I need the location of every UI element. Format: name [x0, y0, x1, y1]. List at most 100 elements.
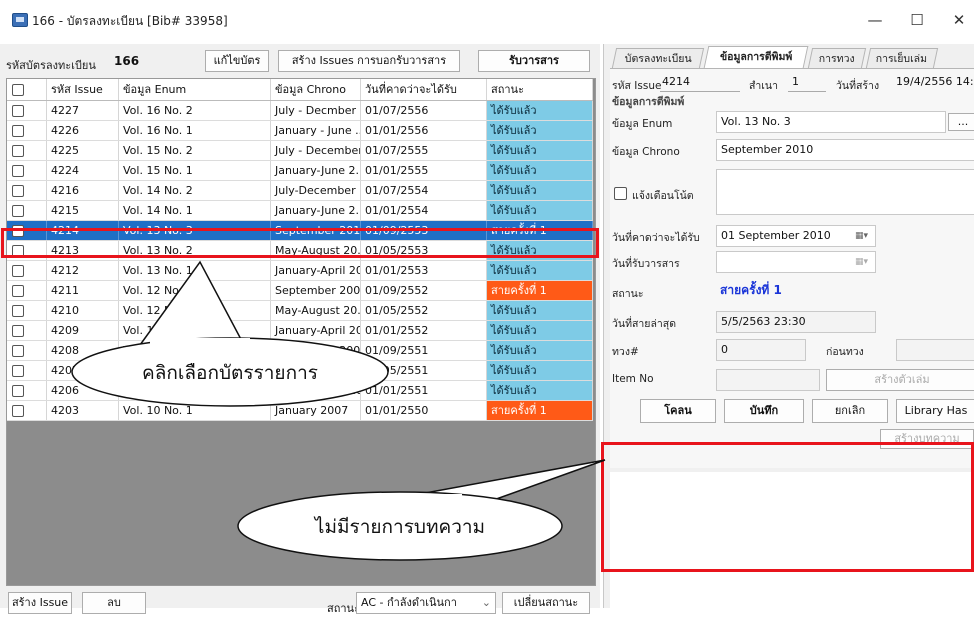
notify-checkbox[interactable] [614, 187, 627, 200]
header-chrono[interactable]: ข้อมูล Chrono [271, 79, 361, 100]
enum-cell: Vol. 15 No. 1 [119, 161, 271, 180]
change-status-button[interactable]: เปลี่ยนสถานะ [502, 592, 590, 614]
table-row[interactable]: 4216 Vol. 14 No. 2 July-December ... 01/07/… [7, 181, 593, 201]
status-cell: ได้รับแล้ว [487, 321, 593, 340]
select-cell [7, 101, 47, 120]
before-claim-label: ก่อนทวง [826, 346, 864, 358]
row-checkbox[interactable] [12, 185, 24, 197]
row-checkbox[interactable] [12, 305, 24, 317]
enum-cell: Vol. 16 No. 1 [119, 121, 271, 140]
create-issues-button[interactable]: สร้าง Issues การบอกรับวารสาร [278, 50, 460, 72]
status-cell: สายครั้งที่ 1 [487, 401, 593, 420]
save-button[interactable]: บันทึก [724, 399, 804, 423]
enum-cell: Vol. 14 No. 1 [119, 201, 271, 220]
table-row[interactable]: 4227 Vol. 16 No. 2 July - Decmber ... 01/07… [7, 101, 593, 121]
header-issue-id[interactable]: รหัส Issue [47, 79, 119, 100]
select-all-checkbox[interactable] [12, 84, 24, 96]
row-checkbox[interactable] [12, 285, 24, 297]
divider [660, 91, 740, 92]
notify-note-input[interactable] [716, 169, 974, 215]
row-checkbox[interactable] [12, 165, 24, 177]
select-cell [7, 361, 47, 380]
expected-label: วันที่คาดว่าจะได้รับ [612, 232, 700, 244]
issue-id-cell: 4212 [47, 261, 119, 280]
status-select[interactable]: AC - กำลังดำเนินกา ⌄ [356, 592, 496, 614]
table-row[interactable]: 4226 Vol. 16 No. 1 January - June ... 01/01… [7, 121, 593, 141]
issue-id-cell: 4226 [47, 121, 119, 140]
received-date-picker[interactable]: ▦▾ [716, 251, 876, 273]
window-title: 166 - บัตรลงทะเบียน [Bib# 33958] [32, 14, 228, 28]
enum-cell: Vol. 12 No. 2 [119, 301, 271, 320]
table-row[interactable]: 4224 Vol. 15 No. 1 January-June 2... 01/01/… [7, 161, 593, 181]
enum-more-button[interactable]: ... [948, 113, 974, 131]
row-checkbox[interactable] [12, 325, 24, 337]
library-has-button[interactable]: Library Has [896, 399, 974, 423]
create-copy-button[interactable]: สร้างตัวเล่ม [826, 369, 974, 391]
enum-cell: Vol. 16 No. 2 [119, 101, 271, 120]
cancel-button[interactable]: ยกเลิก [812, 399, 888, 423]
table-row[interactable]: 4209Vol. 12 No. 1January-April 20...01/0… [7, 321, 593, 341]
enum-cell: Vol. 14 No. 2 [119, 181, 271, 200]
row-checkbox[interactable] [12, 265, 24, 277]
expected-cell: 01/07/2556 [361, 101, 487, 120]
expected-cell: 01/01/2552 [361, 321, 487, 340]
select-cell [7, 281, 47, 300]
row-checkbox[interactable] [12, 345, 24, 357]
header-enum[interactable]: ข้อมูล Enum [119, 79, 271, 100]
issue-id-cell: 4215 [47, 201, 119, 220]
clone-button[interactable]: โคลน [640, 399, 716, 423]
chrono-cell: May-August 20... [271, 301, 361, 320]
enum-cell: Vol. 10 No. 1 [119, 401, 271, 420]
tab-binding[interactable]: การเย็บเล่ม [865, 48, 939, 68]
row-checkbox[interactable] [12, 405, 24, 417]
delete-button[interactable]: ลบ [82, 592, 146, 614]
row-checkbox[interactable] [12, 385, 24, 397]
copy-label: สำเนา [749, 80, 778, 92]
tab-registration-label: บัตรลงทะเบียน [624, 53, 692, 65]
row-checkbox[interactable] [12, 365, 24, 377]
table-row[interactable]: 4225Vol. 15 No. 2July - December...01/07… [7, 141, 593, 161]
create-issue-button[interactable]: สร้าง Issue [8, 592, 72, 614]
row-checkbox[interactable] [12, 105, 24, 117]
tab-publication[interactable]: ข้อมูลการตีพิมพ์ [703, 46, 809, 68]
receive-button[interactable]: รับวารสาร [478, 50, 590, 72]
maximize-button[interactable]: ☐ [902, 9, 932, 31]
issue-id-cell: 4216 [47, 181, 119, 200]
tab-registration[interactable]: บัตรลงทะเบียน [611, 48, 705, 68]
enum-input[interactable]: Vol. 13 No. 3 [716, 111, 946, 133]
edit-card-button[interactable]: แก้ไขบัตร [205, 50, 269, 72]
status-cell: สายครั้งที่ 1 [487, 281, 593, 300]
minimize-button[interactable]: — [860, 9, 890, 31]
table-row[interactable]: 4215 Vol. 14 No. 1 January-June 2... 01/01/… [7, 201, 593, 221]
issue-id-cell: 4227 [47, 101, 119, 120]
row-checkbox[interactable] [12, 125, 24, 137]
tab-binding-label: การเย็บเล่ม [876, 53, 928, 65]
row-checkbox[interactable] [12, 205, 24, 217]
header-select-cell [7, 79, 47, 100]
status-cell: ได้รับแล้ว [487, 261, 593, 280]
reg-label: รหัสบัตรลงทะเบียน [6, 59, 96, 72]
chrono-input[interactable]: September 2010 [716, 139, 974, 161]
header-status[interactable]: สถานะ [487, 79, 593, 100]
expected-date-picker[interactable]: 01 September 2010 ▦▾ [716, 225, 876, 247]
calendar-icon[interactable]: ▦▾ [855, 252, 873, 267]
expected-cell: 01/01/2553 [361, 261, 487, 280]
expected-cell: 01/01/2550 [361, 401, 487, 420]
received-label: วันที่รับวารสาร [612, 258, 680, 270]
enum-cell: Vol. 12 No. 3 [119, 281, 271, 300]
status-cell: ได้รับแล้ว [487, 361, 593, 380]
table-row[interactable]: 4203 Vol. 10 No. 1 January 2007 01/01/2550 ส… [7, 401, 593, 421]
notify-label: แจ้งเตือนโน้ต [632, 190, 694, 202]
status-cell: ได้รับแล้ว [487, 161, 593, 180]
issues-table: รหัส Issue ข้อมูล Enum ข้อมูล Chrono วัน… [6, 78, 596, 586]
row-checkbox[interactable] [12, 145, 24, 157]
header-expected[interactable]: วันที่คาดว่าจะได้รับ [361, 79, 487, 100]
calendar-icon[interactable]: ▦▾ [855, 226, 873, 241]
expected-cell: 01/01/2551 [361, 381, 487, 400]
tab-claims[interactable]: การทวง [807, 48, 867, 68]
table-row[interactable]: 4212Vol. 13 No. 1January-April 20...01/0… [7, 261, 593, 281]
table-row[interactable]: 4211 Vol. 12 No. 3 September 2009 01/09/255… [7, 281, 593, 301]
articles-highlight [601, 442, 974, 572]
close-button[interactable]: ✕ [944, 9, 974, 31]
table-row[interactable]: 4210 Vol. 12 No. 2 May-August 20... 01/05/2… [7, 301, 593, 321]
